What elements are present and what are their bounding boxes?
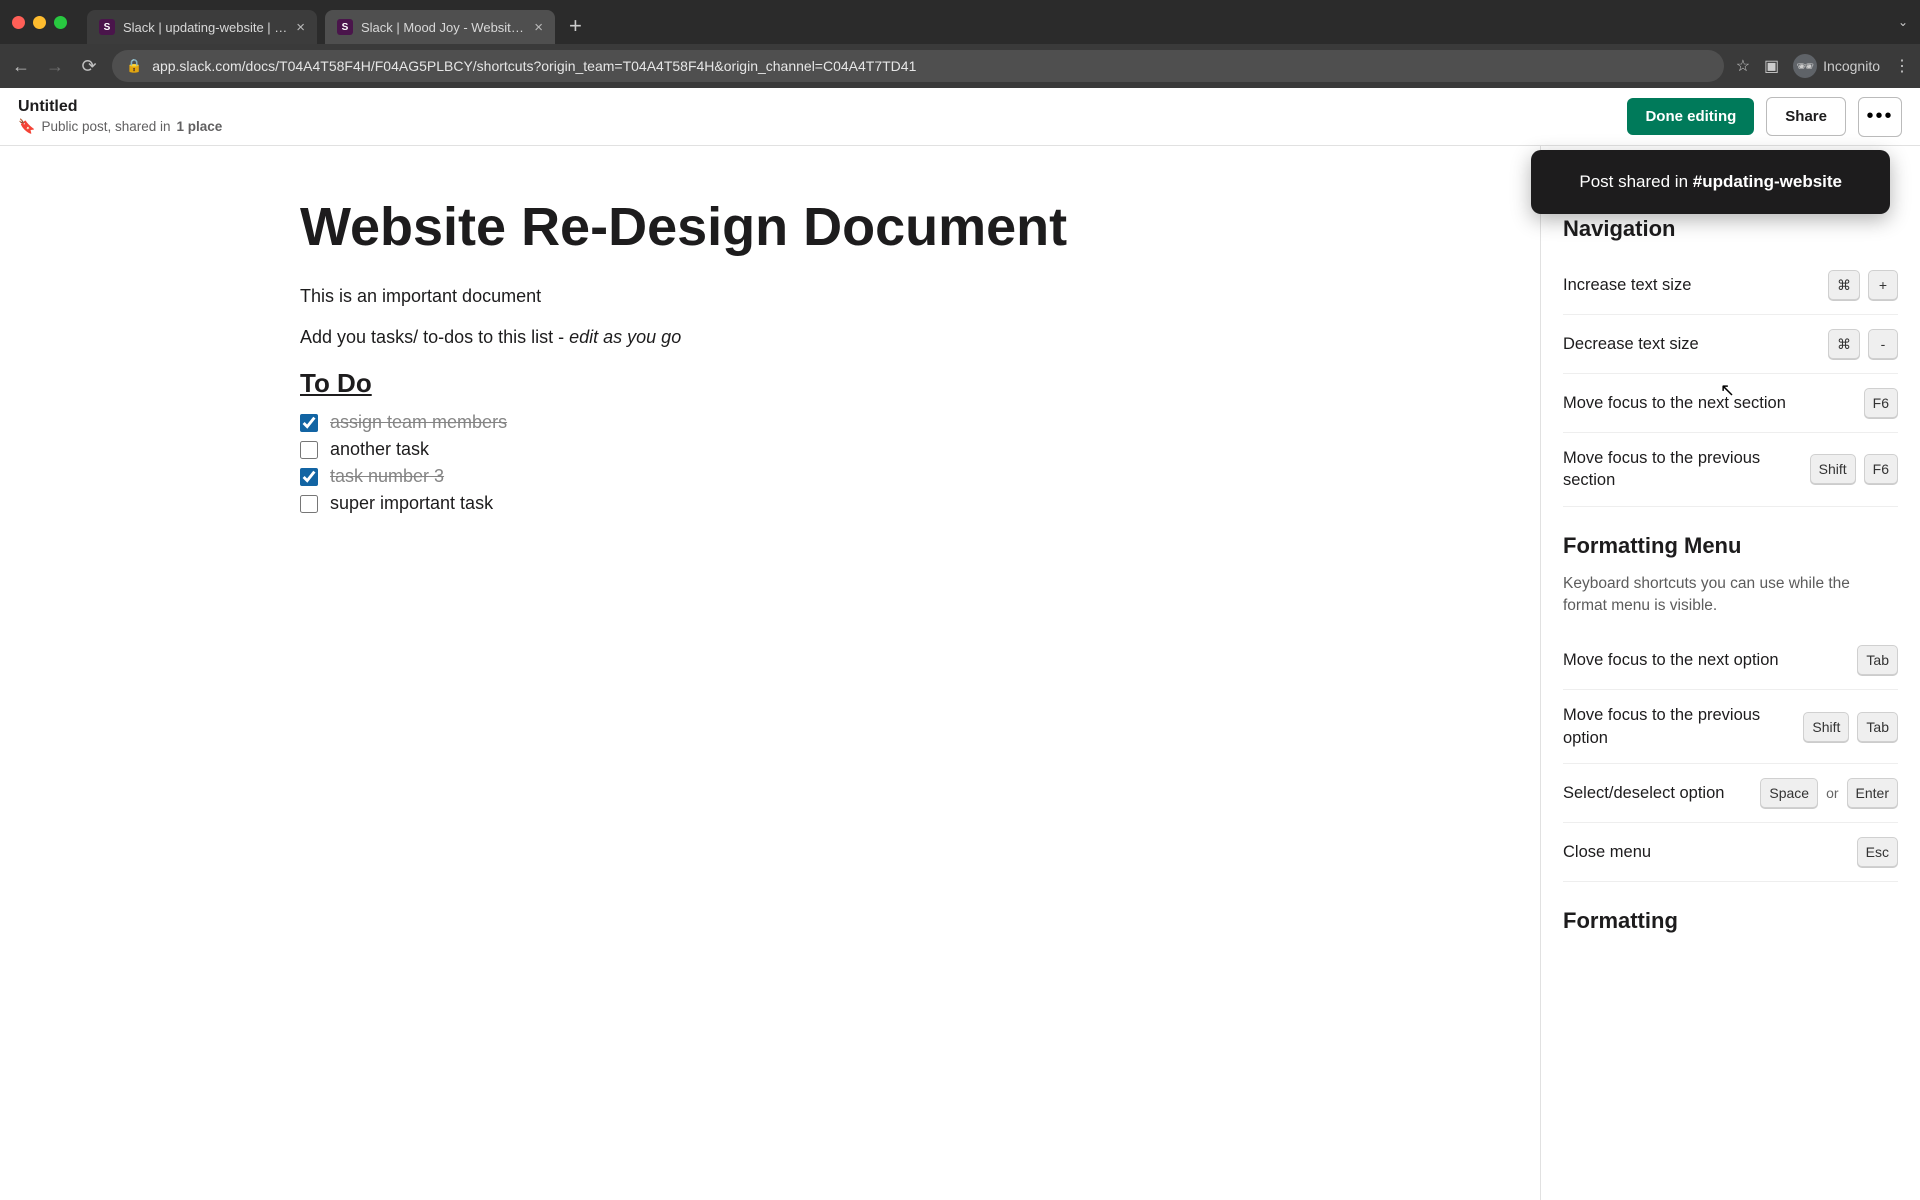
tab-title: Slack | Mood Joy - Website Re [361,20,526,35]
bookmark-star-icon[interactable]: ☆ [1736,56,1750,76]
key: F6 [1864,454,1898,484]
key: + [1868,270,1898,300]
key: - [1868,329,1898,359]
document-body[interactable]: Website Re-Design Document This is an im… [0,146,1540,1200]
close-window-icon[interactable] [12,16,25,29]
section-heading-navigation: Navigation [1563,216,1898,242]
browser-toolbar: ← → ⟳ 🔒 app.slack.com/docs/T04A4T58F4H/F… [0,44,1920,88]
browser-menu-icon[interactable]: ⋮ [1894,56,1910,76]
tab-overflow-icon[interactable]: ⌄ [1898,15,1908,29]
share-button[interactable]: Share [1766,97,1846,136]
back-button[interactable]: ← [10,56,32,77]
key: Tab [1857,712,1898,742]
new-tab-button[interactable]: + [569,13,582,39]
todo-item[interactable]: task number 3 [300,463,1450,490]
todo-item[interactable]: assign team members [300,409,1450,436]
browser-tab-2[interactable]: S Slack | Mood Joy - Website Re × [325,10,555,44]
doc-paragraph[interactable]: Add you tasks/ to-dos to this list - edi… [300,327,1450,348]
shortcut-row: Increase text size ⌘+ [1563,256,1898,315]
close-tab-icon[interactable]: × [296,19,305,36]
close-tab-icon[interactable]: × [534,19,543,36]
key: Enter [1847,778,1898,808]
todo-checkbox[interactable] [300,495,318,513]
slack-favicon-icon: S [337,19,353,35]
shortcut-row: Decrease text size ⌘- [1563,315,1898,374]
todo-item[interactable]: super important task [300,490,1450,517]
lock-icon: 🔒 [126,58,142,74]
shortcut-row: Move focus to the previous option ShiftT… [1563,690,1898,764]
tab-title: Slack | updating-website | Moo [123,20,288,35]
todo-item[interactable]: another task [300,436,1450,463]
todo-heading[interactable]: To Do [300,368,1450,399]
shortcut-row: Close menu Esc [1563,823,1898,882]
key: ⌘ [1828,270,1860,300]
section-description: Keyboard shortcuts you can use while the… [1563,573,1898,618]
doc-share-status[interactable]: 🔖 Public post, shared in 1 place [18,118,222,135]
key: F6 [1864,388,1898,418]
or-label: or [1826,785,1838,801]
forward-button[interactable]: → [44,56,66,77]
incognito-icon: 🕶 [1793,54,1817,78]
url-text: app.slack.com/docs/T04A4T58F4H/F04AG5PLB… [152,58,916,74]
doc-heading-1[interactable]: Website Re-Design Document [300,196,1450,258]
todo-checkbox[interactable] [300,441,318,459]
todo-checkbox[interactable] [300,414,318,432]
todo-list: assign team members another task task nu… [300,409,1450,517]
minimize-window-icon[interactable] [33,16,46,29]
doc-title[interactable]: Untitled [18,98,222,116]
address-bar[interactable]: 🔒 app.slack.com/docs/T04A4T58F4H/F04AG5P… [112,50,1724,82]
todo-checkbox[interactable] [300,468,318,486]
reload-button[interactable]: ⟳ [78,56,100,77]
shortcut-row: Move focus to the next option Tab [1563,631,1898,690]
key: ⌘ [1828,329,1860,359]
shortcut-row: Select/deselect option Space or Enter [1563,764,1898,823]
key: Tab [1857,645,1898,675]
more-actions-button[interactable]: ••• [1858,97,1902,137]
share-toast: Post shared in #updating-website [1531,150,1890,214]
browser-tab-1[interactable]: S Slack | updating-website | Moo × [87,10,317,44]
shortcut-row: Move focus to the previous section Shift… [1563,433,1898,507]
incognito-indicator[interactable]: 🕶 Incognito [1793,54,1880,78]
extensions-icon[interactable]: ▣ [1764,56,1779,76]
doc-header: Untitled 🔖 Public post, shared in 1 plac… [0,88,1920,146]
shortcut-row: Move focus to the next section F6 [1563,374,1898,433]
key: Space [1760,778,1818,808]
doc-paragraph[interactable]: This is an important document [300,286,1450,307]
done-editing-button[interactable]: Done editing [1627,98,1754,135]
window-controls [12,16,67,29]
slack-favicon-icon: S [99,19,115,35]
section-heading-formatting-menu: Formatting Menu [1563,533,1898,559]
key: Shift [1810,454,1856,484]
bookmark-icon: 🔖 [18,118,35,135]
key: Esc [1857,837,1898,867]
section-heading-formatting: Formatting [1563,908,1898,934]
shortcuts-panel: ⌘ / to toggle this panel Navigation Incr… [1540,146,1920,1200]
browser-tab-strip: S Slack | updating-website | Moo × S Sla… [0,0,1920,44]
maximize-window-icon[interactable] [54,16,67,29]
key: Shift [1803,712,1849,742]
